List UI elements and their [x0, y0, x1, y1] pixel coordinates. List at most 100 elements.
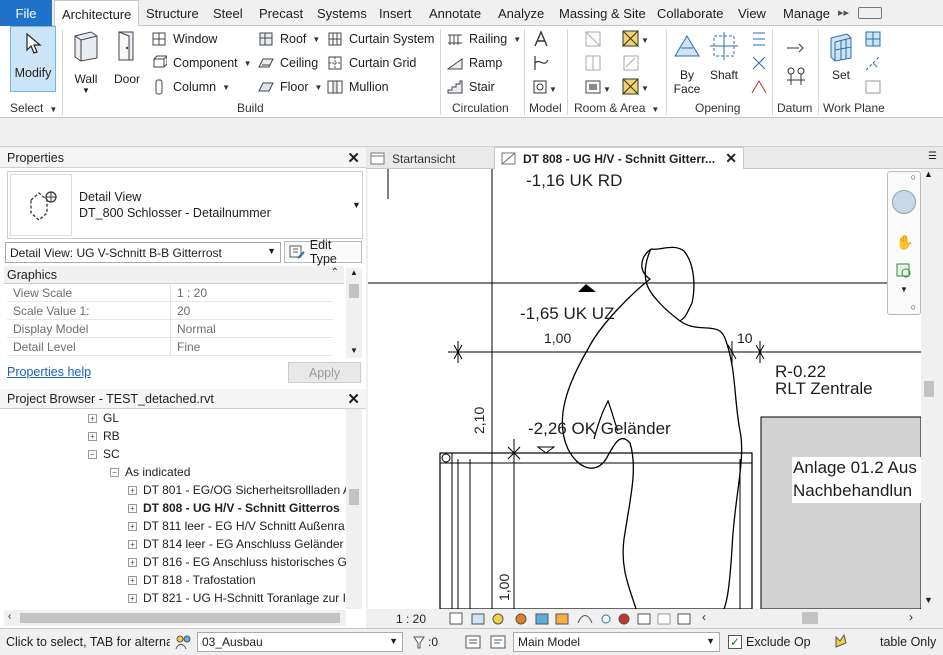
expand-icon[interactable]: +: [88, 431, 97, 441]
railing-button[interactable]: Railing ▼: [447, 29, 521, 49]
tab-structure[interactable]: Structure: [139, 0, 206, 26]
room-area-group-label[interactable]: Room & Area ▼: [574, 101, 659, 115]
expand-icon[interactable]: +: [88, 413, 97, 423]
tab-manage[interactable]: Manage: [776, 0, 837, 26]
dormer-opening-icon[interactable]: [750, 78, 768, 96]
model-line-icon[interactable]: [532, 54, 550, 72]
wall-button[interactable]: Wall ▼: [68, 28, 104, 95]
instance-filter-select[interactable]: Detail View: UG V-Schnitt B-B Gitterrost…: [5, 242, 281, 263]
mullion-button[interactable]: Mullion: [327, 77, 389, 97]
worksets-icon[interactable]: [174, 633, 194, 651]
zoom-dropdown-icon[interactable]: ▼: [900, 285, 908, 294]
component-button[interactable]: Component ▼: [151, 53, 252, 73]
filter-icon[interactable]: [412, 634, 426, 650]
tab-collaborate[interactable]: Collaborate: [650, 0, 731, 26]
tab-file[interactable]: File: [0, 0, 52, 26]
level-icon[interactable]: [786, 40, 806, 56]
collapse-icon[interactable]: −: [110, 467, 119, 477]
room-icon[interactable]: [584, 30, 602, 48]
edit-type-button[interactable]: Edit Type: [284, 238, 362, 266]
tree-item[interactable]: + DT 801 - EG/OG Sicherheitsrollladen A: [128, 481, 351, 499]
wall-dropdown-caret[interactable]: ▼: [82, 86, 90, 95]
area-boundary-icon[interactable]: [622, 54, 640, 72]
room-separator-icon[interactable]: [584, 54, 602, 72]
zoom-region-icon[interactable]: [895, 262, 913, 280]
curtain-system-button[interactable]: Curtain System: [327, 29, 434, 49]
stair-button[interactable]: Stair: [447, 77, 495, 97]
panel-toggle-icon[interactable]: [858, 7, 882, 19]
scroll-down-icon[interactable]: ▼: [350, 346, 358, 355]
area-icon[interactable]: ▼: [622, 30, 648, 48]
show-work-plane-icon[interactable]: [864, 30, 882, 48]
vertical-opening-icon[interactable]: [750, 54, 768, 72]
collapse-icon[interactable]: −: [88, 449, 97, 459]
ref-plane-icon[interactable]: [864, 54, 882, 72]
tab-list-menu-icon[interactable]: ☰: [928, 151, 937, 162]
scroll-up-icon[interactable]: ▲: [924, 169, 933, 179]
apply-button[interactable]: Apply: [288, 362, 361, 383]
design-options-icon[interactable]: [489, 633, 509, 651]
tab-steel[interactable]: Steel: [206, 0, 250, 26]
tree-item[interactable]: + DT 821 - UG H-Schnitt Toranlage zur I: [128, 589, 346, 607]
press-drag-icon[interactable]: [832, 633, 852, 651]
workset-select[interactable]: 03_Ausbau ▼: [197, 632, 403, 652]
tab-systems[interactable]: Systems: [310, 0, 374, 26]
ramp-button[interactable]: Ramp: [447, 53, 502, 73]
tab-view[interactable]: View: [731, 0, 773, 26]
tree-item[interactable]: − As indicated: [110, 463, 190, 481]
prop-scale-value[interactable]: Scale Value 1: 20: [7, 302, 333, 320]
room-tag-icon[interactable]: ▼: [584, 78, 612, 96]
column-button[interactable]: Column ▼: [151, 77, 230, 97]
viewer-icon[interactable]: [864, 78, 882, 96]
type-selector[interactable]: Detail View DT_800 Schlosser - Detailnum…: [7, 171, 363, 239]
expand-icon[interactable]: +: [128, 521, 137, 531]
ceiling-button[interactable]: Ceiling: [258, 53, 318, 73]
graphics-section-header[interactable]: Graphics ⌃: [4, 266, 344, 284]
collapse-icon[interactable]: ⌃: [331, 267, 339, 278]
expand-icon[interactable]: +: [128, 485, 137, 495]
tab-massing-site[interactable]: Massing & Site: [552, 0, 653, 26]
tree-item[interactable]: + DT 808 - UG H/V - Schnitt Gitterros: [128, 499, 340, 517]
prop-display-model[interactable]: Display Model Normal: [7, 320, 333, 338]
floor-button[interactable]: Floor ▼: [258, 77, 322, 97]
browser-v-scrollbar[interactable]: [346, 409, 362, 609]
tab-insert[interactable]: Insert: [372, 0, 419, 26]
exclude-options-checkbox[interactable]: ✓: [728, 635, 742, 649]
properties-close-icon[interactable]: ✕: [347, 149, 360, 167]
grid-icon[interactable]: [786, 66, 806, 86]
scroll-thumb[interactable]: [924, 381, 934, 397]
tree-item[interactable]: + DT 818 - Trafostation: [128, 571, 256, 589]
door-button[interactable]: Door: [110, 28, 144, 90]
by-face-button[interactable]: By Face: [671, 28, 703, 98]
scroll-down-icon[interactable]: ▼: [924, 595, 933, 605]
scroll-left-icon[interactable]: ‹: [8, 611, 11, 622]
area-tag-icon[interactable]: ▼: [622, 78, 650, 96]
scroll-thumb[interactable]: [349, 489, 359, 505]
expand-icon[interactable]: +: [128, 575, 137, 585]
prop-detail-level[interactable]: Detail Level Fine: [7, 338, 333, 356]
scroll-thumb[interactable]: [20, 613, 340, 623]
steering-wheel-2d-icon[interactable]: [892, 190, 916, 214]
model-text-icon[interactable]: [532, 30, 550, 48]
tab-analyze[interactable]: Analyze: [491, 0, 551, 26]
expand-icon[interactable]: +: [128, 557, 137, 567]
wall-opening-icon[interactable]: [750, 30, 768, 48]
type-dropdown-icon[interactable]: ▼: [352, 200, 361, 210]
scroll-thumb[interactable]: [349, 284, 359, 298]
tree-item[interactable]: + RB: [88, 427, 120, 445]
properties-help-link[interactable]: Properties help: [7, 365, 91, 379]
tree-item[interactable]: + GL: [88, 409, 119, 427]
h-scroll-thumb[interactable]: [802, 612, 818, 624]
nav-close-icon[interactable]: ○: [911, 172, 916, 182]
modify-button[interactable]: Modify: [10, 26, 56, 92]
view-tab-startansicht[interactable]: Startansicht: [370, 149, 455, 168]
tab-annotate[interactable]: Annotate: [422, 0, 488, 26]
scroll-up-icon[interactable]: ▲: [350, 268, 358, 277]
scroll-left-icon[interactable]: ‹: [702, 610, 706, 624]
tree-item[interactable]: + DT 816 - EG Anschluss historisches Ge: [128, 553, 354, 571]
expand-icon[interactable]: +: [128, 503, 137, 513]
set-work-plane-button[interactable]: Set: [824, 28, 858, 90]
view-tab-close-icon[interactable]: ✕: [725, 150, 737, 167]
project-browser-close-icon[interactable]: ✕: [347, 390, 360, 408]
more-tabs-icon[interactable]: ▸▸: [838, 6, 849, 19]
